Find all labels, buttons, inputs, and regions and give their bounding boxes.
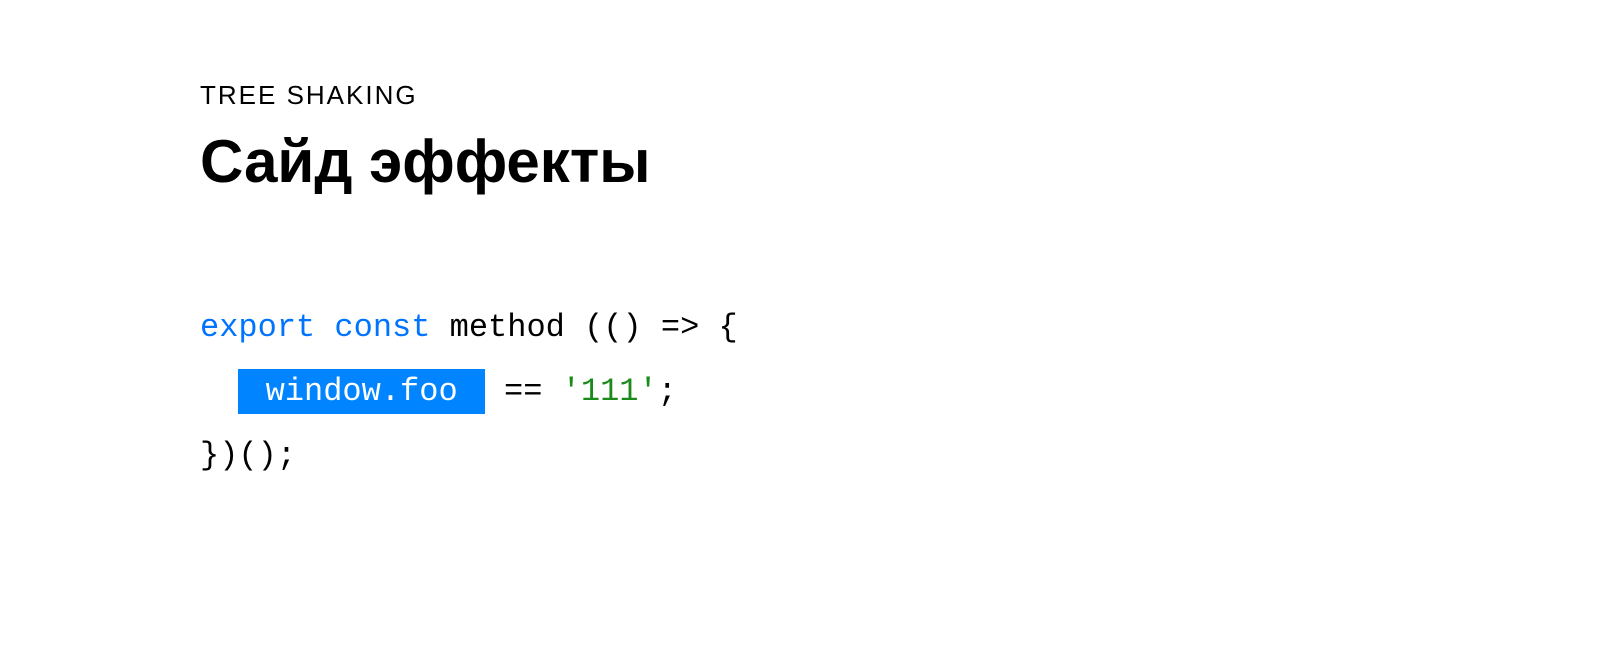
code-block: export const method (() => { window.foo … xyxy=(200,296,1400,488)
code-punct: ; xyxy=(658,373,677,410)
code-operator: == xyxy=(485,373,562,410)
code-highlight: window.foo xyxy=(238,369,484,414)
slide: TREE SHAKING Сайд эффекты export const m… xyxy=(0,0,1600,568)
code-keyword: export const xyxy=(200,309,430,346)
code-text: method (() => { xyxy=(430,309,737,346)
code-indent xyxy=(200,373,238,410)
eyebrow-label: TREE SHAKING xyxy=(200,80,1400,111)
code-text: })(); xyxy=(200,437,296,474)
slide-title: Сайд эффекты xyxy=(200,127,1400,196)
code-string: '111' xyxy=(562,373,658,410)
